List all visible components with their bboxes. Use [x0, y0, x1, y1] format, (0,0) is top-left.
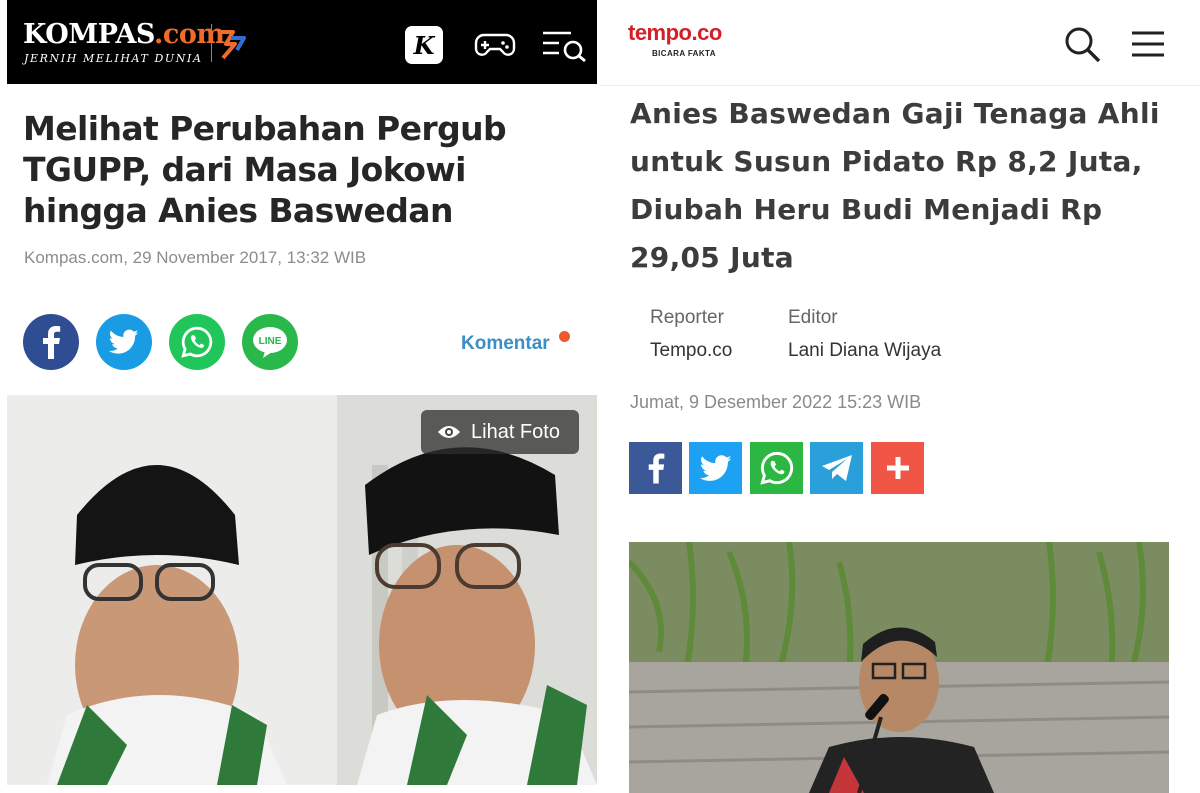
whatsapp-icon — [759, 451, 793, 485]
article-photo[interactable] — [629, 542, 1169, 793]
komentar-link[interactable]: Komentar — [461, 333, 550, 355]
tempo-logo[interactable]: tempo.co — [628, 20, 722, 46]
gamepad-icon[interactable] — [471, 26, 519, 64]
tempo-tagline: BICARA FAKTA — [652, 49, 716, 58]
kompas-header: KOMPAS.com JERNIH MELIHAT DUNIA K — [7, 0, 597, 84]
facebook-share-button[interactable] — [629, 442, 682, 494]
whatsapp-share-button[interactable] — [169, 314, 225, 370]
reporter-label: Reporter — [650, 307, 724, 328]
twitter-share-button[interactable] — [689, 442, 742, 494]
komentar-notification-dot — [559, 331, 570, 342]
lihat-foto-label: Lihat Foto — [471, 420, 560, 443]
twitter-icon — [109, 329, 139, 354]
more-share-button[interactable] — [871, 442, 924, 494]
kompas-logo[interactable]: KOMPAS.com — [23, 19, 225, 50]
reporter-value[interactable]: Tempo.co — [650, 340, 732, 362]
tempo-header: tempo.co BICARA FAKTA — [600, 0, 1200, 86]
line-icon: LINE — [253, 327, 287, 358]
telegram-share-button[interactable] — [810, 442, 863, 494]
twitter-icon — [699, 454, 731, 481]
plus-icon — [886, 457, 909, 479]
facebook-icon — [43, 326, 61, 359]
twitter-share-button[interactable] — [96, 314, 152, 370]
line-share-button[interactable]: LINE — [242, 314, 298, 370]
menu-search-icon[interactable] — [539, 26, 589, 64]
article-title: Anies Baswedan Gaji Tenaga Ahli untuk Su… — [630, 97, 1160, 274]
article-meta: Kompas.com, 29 November 2017, 13:32 WIB — [24, 248, 367, 267]
article-title: Melihat Perubahan Pergub TGUPP, dari Mas… — [23, 109, 507, 230]
photo-man-at-microphone — [629, 542, 1169, 793]
whatsapp-icon — [181, 326, 213, 358]
editor-label: Editor — [788, 307, 838, 328]
line-label: LINE — [259, 336, 282, 347]
eye-icon — [438, 426, 460, 438]
whatsapp-share-button[interactable] — [750, 442, 803, 494]
facebook-share-button[interactable] — [23, 314, 79, 370]
editor-value[interactable]: Lani Diana Wijaya — [788, 340, 941, 362]
facebook-icon — [648, 453, 664, 484]
kompas-k-icon[interactable]: K — [405, 26, 443, 64]
kompas-tagline: JERNIH MELIHAT DUNIA — [24, 52, 203, 65]
article-date: Jumat, 9 Desember 2022 15:23 WIB — [630, 392, 922, 412]
tempo-screenshot: tempo.co BICARA FAKTA Anies Baswedan Gaj… — [600, 0, 1200, 793]
logo-divider — [211, 24, 212, 62]
kompas-screenshot: KOMPAS.com JERNIH MELIHAT DUNIA K Meliha… — [0, 0, 600, 793]
hamburger-menu-icon[interactable] — [1130, 28, 1166, 60]
search-icon[interactable] — [1062, 24, 1102, 64]
lihat-foto-button[interactable]: Lihat Foto — [421, 410, 579, 454]
kompas-bird-icon — [221, 30, 246, 60]
telegram-icon — [821, 455, 852, 481]
